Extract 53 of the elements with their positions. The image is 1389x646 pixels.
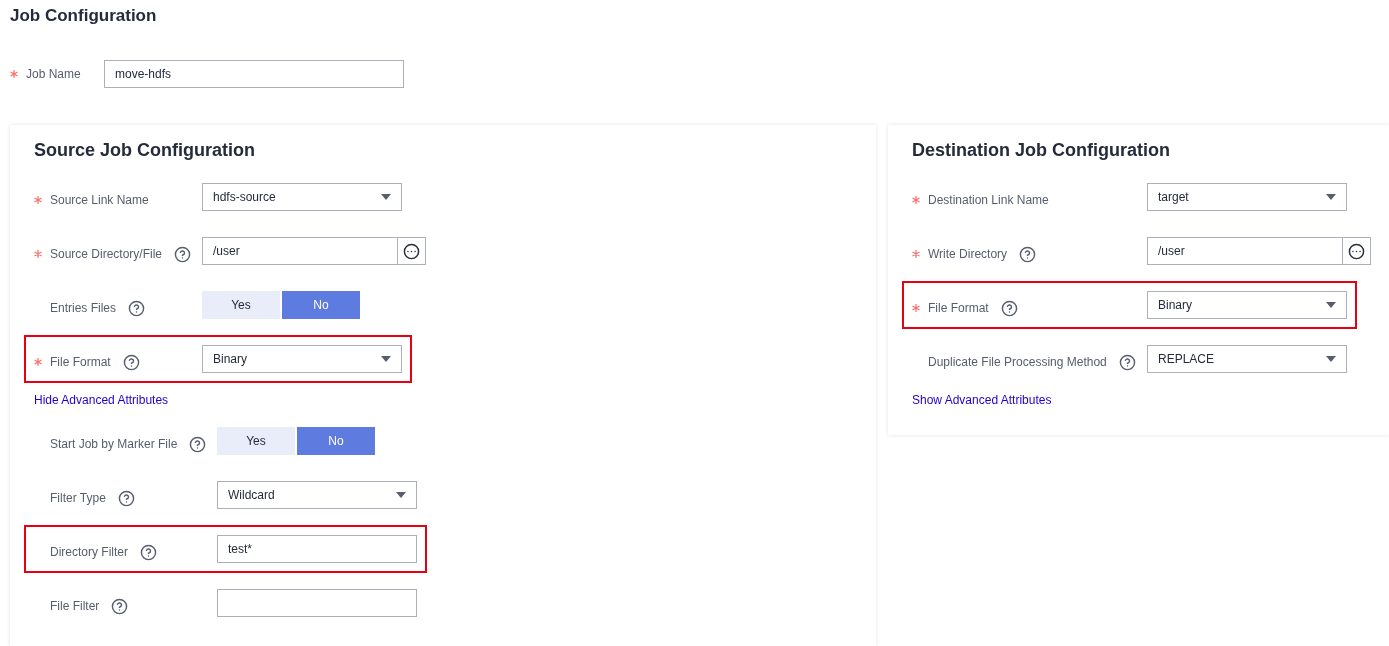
field-label: Duplicate File Processing Method — [928, 355, 1107, 369]
caret-down-icon — [381, 194, 391, 200]
page-title: Job Configuration — [10, 5, 158, 27]
help-icon[interactable] — [1019, 245, 1037, 263]
help-icon[interactable] — [189, 435, 207, 453]
more-icon — [1348, 242, 1365, 260]
field-label: Start Job by Marker File — [50, 437, 178, 451]
input-field[interactable] — [217, 589, 417, 617]
field-label: Source Directory/File — [50, 247, 163, 261]
job-name-input-field[interactable]: move-hdfs — [104, 60, 404, 88]
field-label: File Filter — [50, 599, 100, 613]
field-label: Filter Type — [50, 491, 106, 505]
help-icon[interactable] — [122, 353, 140, 371]
toggle-option[interactable]: No — [297, 427, 375, 455]
caret-down-icon — [1326, 302, 1336, 308]
help-icon[interactable] — [140, 543, 157, 561]
toggle-advanced-link[interactable]: Hide Advanced Attributes — [34, 393, 169, 407]
path-input-field[interactable]: /user — [1147, 237, 1343, 265]
panel-title: Destination Job Configuration — [912, 139, 1171, 162]
field-label: Directory Filter — [50, 545, 128, 559]
help-icon[interactable] — [128, 299, 146, 317]
field-label: Entries Files — [50, 301, 117, 315]
browse-button[interactable] — [1343, 237, 1371, 265]
field-label: Source Link Name — [50, 193, 149, 207]
input-field[interactable]: test* — [217, 535, 417, 563]
help-icon[interactable] — [174, 245, 192, 263]
toggle-option[interactable]: Yes — [217, 427, 295, 455]
dropdown-select[interactable]: hdfs-source — [202, 183, 402, 211]
dropdown-select[interactable]: target — [1147, 183, 1347, 211]
field-label: Write Directory — [928, 247, 1008, 261]
toggle-option[interactable]: No — [282, 291, 360, 319]
caret-down-icon — [381, 356, 391, 362]
dropdown-select[interactable]: Binary — [202, 345, 402, 373]
help-icon[interactable] — [1118, 353, 1136, 371]
caret-down-icon — [1326, 356, 1336, 362]
field-label: File Format — [928, 301, 989, 315]
field-label: Destination Link Name — [928, 193, 1049, 207]
caret-down-icon — [1326, 194, 1336, 200]
help-icon[interactable] — [117, 489, 135, 507]
help-icon[interactable] — [111, 597, 129, 615]
more-icon — [403, 242, 420, 260]
caret-down-icon — [396, 492, 406, 498]
toggle-option[interactable]: Yes — [202, 291, 280, 319]
panel-title: Source Job Configuration — [34, 139, 256, 162]
field-label: Job Name — [26, 67, 82, 81]
dropdown-select[interactable]: REPLACE — [1147, 345, 1347, 373]
help-icon[interactable] — [1000, 299, 1018, 317]
dropdown-select[interactable]: Binary — [1147, 291, 1347, 319]
path-input-field[interactable]: /user — [202, 237, 398, 265]
browse-button[interactable] — [398, 237, 426, 265]
dropdown-select[interactable]: Wildcard — [217, 481, 417, 509]
toggle-advanced-link[interactable]: Show Advanced Attributes — [912, 393, 1052, 407]
field-label: File Format — [50, 355, 111, 369]
